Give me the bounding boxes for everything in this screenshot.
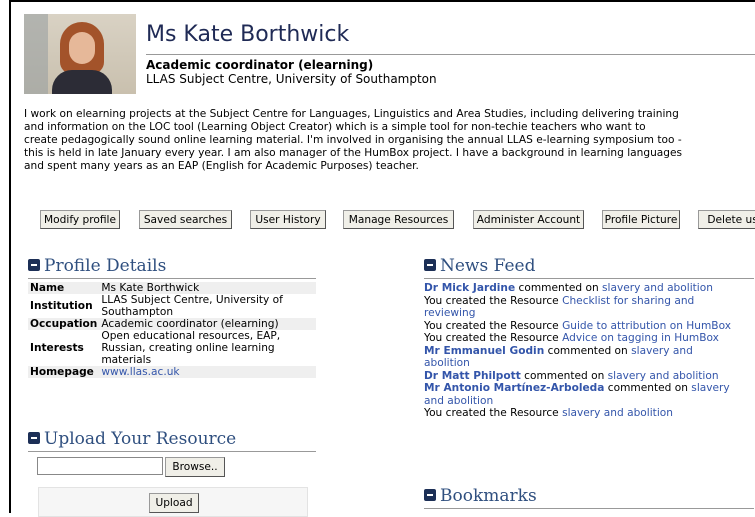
administer-account-button[interactable]: Administer Account xyxy=(473,210,584,229)
row-label: Institution xyxy=(30,300,93,312)
activity-text: You created the Resource xyxy=(424,319,563,332)
row-value: LLAS Subject Centre, University of South… xyxy=(101,294,283,318)
modify-profile-button[interactable]: Modify profile xyxy=(40,210,120,229)
activity-text: You created the Resource xyxy=(424,332,563,344)
collapse-icon[interactable] xyxy=(28,432,40,444)
file-path-input[interactable] xyxy=(37,457,163,475)
collapse-icon[interactable] xyxy=(424,489,436,501)
list-item: You created the Resource Advice on taggi… xyxy=(424,332,740,345)
row-label: Homepage xyxy=(28,366,100,378)
profile-details-heading[interactable]: Profile Details xyxy=(28,256,166,276)
list-item: Dr Mick Jardine commented on slavery and… xyxy=(424,282,740,295)
profile-picture-button[interactable]: Profile Picture xyxy=(602,210,680,229)
activity-text: You created the Resource xyxy=(424,407,563,419)
collapse-icon[interactable] xyxy=(28,259,40,271)
profile-bio: I work on elearning projects at the Subj… xyxy=(24,108,683,172)
table-row: Occupation Academic coordinator (elearni… xyxy=(28,318,316,330)
list-item: You created the Resource Checklist for s… xyxy=(424,295,740,320)
activity-text: commented on xyxy=(520,369,608,382)
list-item: Dr Matt Philpott commented on slavery an… xyxy=(424,370,740,383)
row-label: Occupation xyxy=(28,318,100,330)
actor-link[interactable]: Mr Antonio Martínez-Arboleda xyxy=(424,382,604,394)
profile-name: Ms Kate Borthwick xyxy=(146,22,350,47)
upload-heading[interactable]: Upload Your Resource xyxy=(28,429,236,449)
row-value: Open educational resources, EAP, Russian… xyxy=(101,330,281,366)
news-feed-heading[interactable]: News Feed xyxy=(424,256,535,276)
profile-actions-toolbar: Modify profile Saved searches User Histo… xyxy=(40,210,755,232)
resource-link[interactable]: Advice on tagging in HumBox xyxy=(562,332,719,344)
resource-link[interactable]: slavery and abolition xyxy=(602,282,713,294)
profile-photo xyxy=(24,14,136,94)
upload-title: Upload Your Resource xyxy=(44,429,237,449)
upload-button[interactable]: Upload xyxy=(149,493,199,513)
list-item: You created the Resource slavery and abo… xyxy=(424,407,740,420)
table-row: Institution LLAS Subject Centre, Univers… xyxy=(28,294,316,318)
browse-button[interactable]: Browse.. xyxy=(165,457,225,477)
collapse-icon[interactable] xyxy=(424,259,436,271)
actor-link[interactable]: Dr Mick Jardine xyxy=(424,282,515,294)
resource-link[interactable]: Guide to attribution on HumBox xyxy=(562,320,731,332)
activity-text: commented on xyxy=(544,344,632,357)
actor-link[interactable]: Mr Emmanuel Godin xyxy=(424,345,544,357)
row-value: Ms Kate Borthwick xyxy=(99,282,316,294)
resource-link[interactable]: slavery and abolition xyxy=(562,407,673,419)
news-feed-list: Dr Mick Jardine commented on slavery and… xyxy=(424,282,740,420)
row-label: Interests xyxy=(30,342,84,354)
profile-occupation: Academic coordinator (elearning) xyxy=(146,58,374,72)
profile-details-title: Profile Details xyxy=(44,256,167,276)
activity-text: commented on xyxy=(604,382,692,394)
divider xyxy=(28,278,316,279)
news-feed-title: News Feed xyxy=(440,256,536,276)
list-item: Mr Emmanuel Godin commented on slavery a… xyxy=(424,345,740,370)
manage-resources-button[interactable]: Manage Resources xyxy=(343,210,454,229)
activity-text: commented on xyxy=(515,282,603,294)
divider xyxy=(424,508,754,509)
user-history-button[interactable]: User History xyxy=(250,210,326,229)
bookmarks-heading[interactable]: Bookmarks xyxy=(424,486,537,506)
delete-user-button[interactable]: Delete user xyxy=(698,210,755,229)
divider xyxy=(28,451,316,452)
profile-institution: LLAS Subject Centre, University of South… xyxy=(146,72,437,86)
saved-searches-button[interactable]: Saved searches xyxy=(139,210,232,229)
divider xyxy=(146,54,755,55)
activity-text: You created the Resource xyxy=(424,294,563,307)
table-row: Name Ms Kate Borthwick xyxy=(28,282,316,294)
homepage-link[interactable]: www.llas.ac.uk xyxy=(101,366,179,378)
actor-link[interactable]: Dr Matt Philpott xyxy=(424,370,521,382)
list-item: You created the Resource Guide to attrib… xyxy=(424,320,740,333)
row-value: Academic coordinator (elearning) xyxy=(99,318,316,330)
table-row: Homepage www.llas.ac.uk xyxy=(28,366,316,378)
resource-link[interactable]: slavery and abolition xyxy=(608,370,719,382)
divider xyxy=(424,278,754,279)
table-row: Interests Open educational resources, EA… xyxy=(28,330,316,366)
row-label: Name xyxy=(28,282,100,294)
bookmarks-title: Bookmarks xyxy=(440,486,537,506)
list-item: Mr Antonio Martínez-Arboleda commented o… xyxy=(424,382,740,407)
profile-details-table: Name Ms Kate Borthwick Institution LLAS … xyxy=(28,282,316,378)
row-value: www.llas.ac.uk xyxy=(99,366,316,378)
